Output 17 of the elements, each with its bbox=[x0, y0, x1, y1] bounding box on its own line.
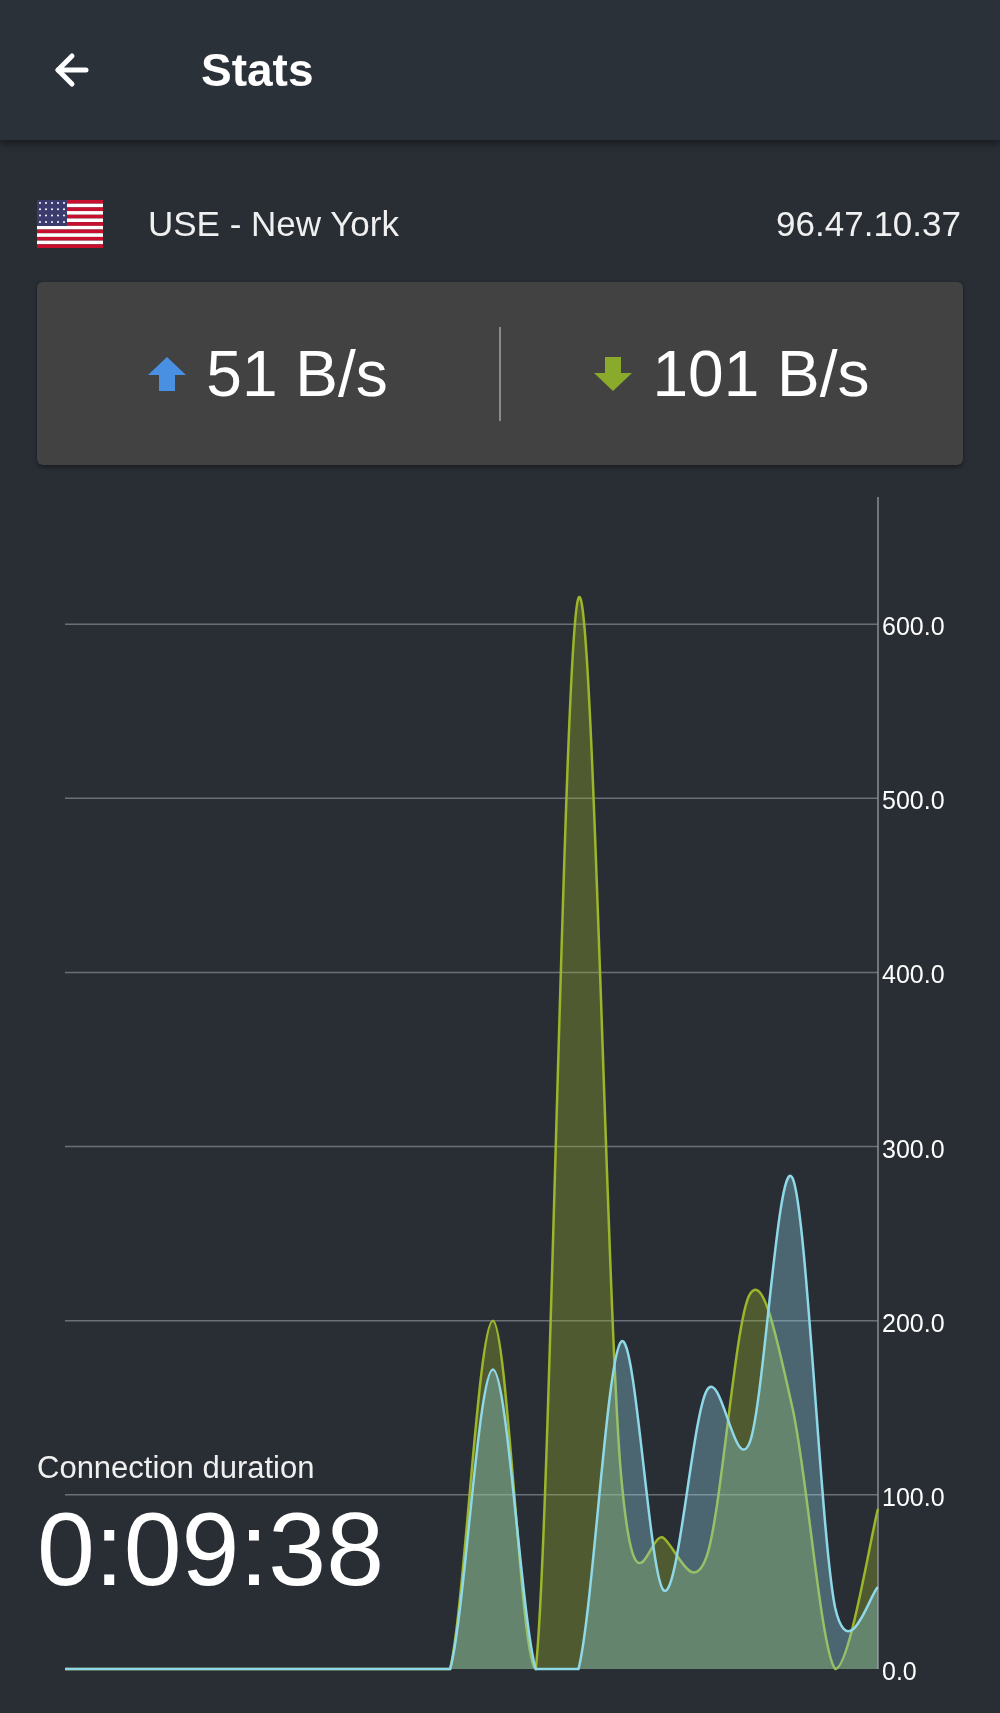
y-axis-label: 600.0 bbox=[882, 612, 945, 641]
y-axis-label: 300.0 bbox=[882, 1134, 945, 1163]
duration-label: Connection duration bbox=[37, 1449, 316, 1487]
download-speed: 101 B/s bbox=[652, 341, 870, 406]
upload-speed: 51 B/s bbox=[206, 341, 388, 406]
y-axis-label: 200.0 bbox=[882, 1308, 945, 1337]
y-axis-label: 500.0 bbox=[882, 786, 945, 815]
download-arrow-icon bbox=[594, 356, 633, 391]
duration-timer: 0:09:38 bbox=[37, 1491, 384, 1606]
flag-icon bbox=[37, 200, 103, 248]
upload-arrow-icon bbox=[148, 356, 187, 391]
server-location: USE - New York bbox=[148, 202, 399, 245]
y-axis-label: 100.0 bbox=[882, 1482, 945, 1511]
y-axis-label: 400.0 bbox=[882, 960, 945, 989]
y-axis-label: 0.0 bbox=[882, 1657, 917, 1685]
ip-address: 96.47.10.37 bbox=[776, 202, 962, 245]
page-title: Stats bbox=[201, 42, 314, 98]
